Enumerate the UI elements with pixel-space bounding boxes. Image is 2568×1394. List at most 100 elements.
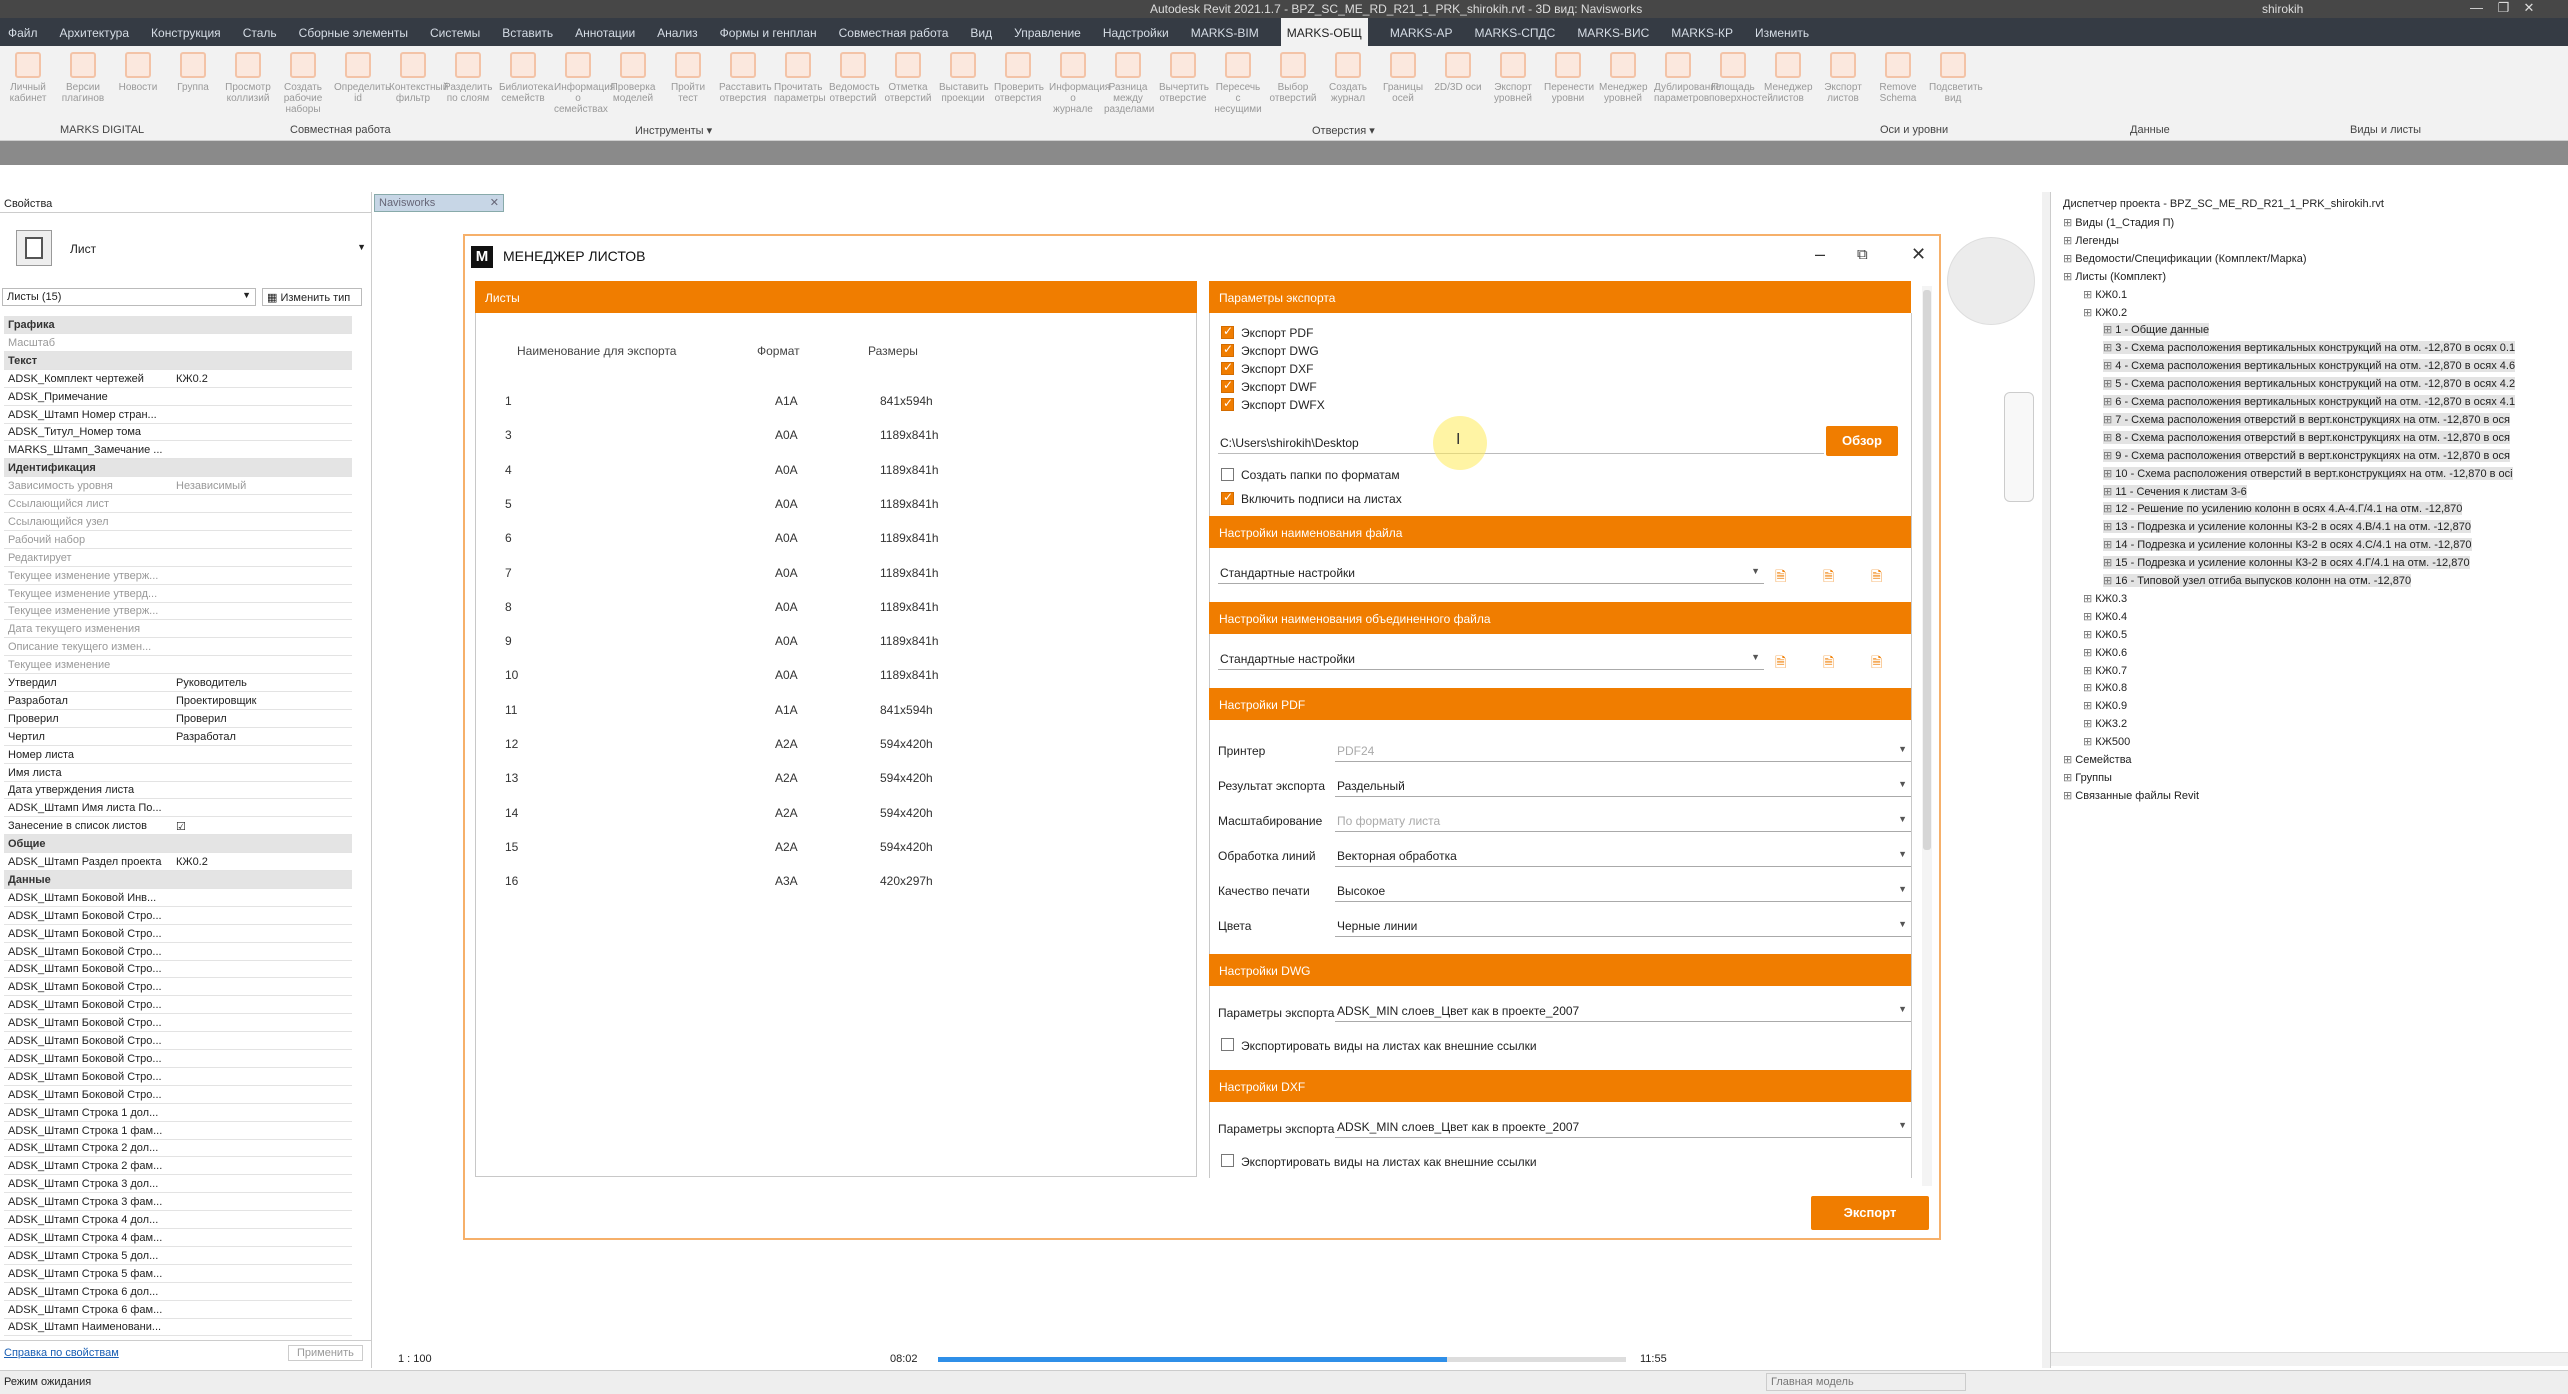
property-row[interactable]: ADSK_Штамп Строка 6 дол... [4, 1283, 352, 1301]
expand-icon[interactable]: ⊞ [2103, 468, 2115, 480]
tree-node[interactable]: ⊞ КЖ500 [2083, 735, 2130, 748]
property-row[interactable]: Текущее изменение утверд... [4, 585, 352, 603]
tree-node[interactable]: ⊞ КЖ0.2 [2083, 306, 2127, 319]
property-row[interactable]: ADSK_Штамп Строка 2 фам... [4, 1157, 352, 1176]
expand-icon[interactable]: ⊞ [2083, 718, 2095, 730]
property-row[interactable]: ADSK_Штамп Боковой Стро... [4, 943, 352, 961]
tree-node[interactable]: ⊞ КЖ0.5 [2083, 628, 2127, 641]
property-row[interactable]: ADSK_Штамп Боковой Стро... [4, 978, 352, 997]
scrollbar-thumb[interactable] [1923, 290, 1931, 850]
type-selector[interactable]: Лист ▼ [70, 242, 370, 260]
tree-node[interactable]: ⊞ 6 - Схема расположения вертикальных ко… [2103, 395, 2516, 408]
ribbon-button[interactable]: Определить id [334, 46, 390, 104]
ribbon-button[interactable]: Создать журнал [1324, 46, 1372, 104]
pdf-field-select[interactable]: Черные линии ▼ [1335, 915, 1911, 937]
expand-icon[interactable]: ⊞ [2103, 432, 2115, 444]
delete-file-icon[interactable]: 🗎 [1871, 652, 1885, 670]
property-row[interactable]: ADSK_Штамп Боковой Стро... [4, 960, 352, 979]
sheet-row[interactable]: 12 A2A 594x420h [475, 727, 1197, 761]
property-row[interactable]: Имя листа [4, 764, 352, 782]
property-row[interactable]: Ссылающийся лист [4, 495, 352, 513]
create-folders-checkbox[interactable] [1221, 468, 1234, 481]
tree-node[interactable]: ⊞ 15 - Подрезка и усиление колонны К3-2 … [2103, 556, 2470, 570]
menu-item[interactable]: Системы [430, 18, 480, 40]
sheet-row[interactable]: 7 A0A 1189x841h [475, 556, 1197, 590]
expand-icon[interactable]: ⊞ [2103, 450, 2115, 462]
expand-icon[interactable]: ⊞ [2063, 790, 2075, 802]
expand-icon[interactable]: ⊞ [2083, 736, 2095, 748]
sheet-row[interactable]: 3 A0A 1189x841h [475, 418, 1197, 452]
export-format-checkbox[interactable] [1221, 378, 1234, 393]
expand-icon[interactable]: ⊞ [2063, 754, 2075, 766]
menu-item[interactable]: Архитектура [60, 18, 130, 40]
expand-icon[interactable]: ⊞ [2103, 396, 2115, 408]
property-row[interactable]: ADSK_Штамп Строка 5 фам... [4, 1265, 352, 1283]
ribbon-button[interactable]: Новости [114, 46, 162, 93]
new-file-icon[interactable]: 🗎 [1823, 566, 1837, 584]
sheet-row[interactable]: 15 A2A 594x420h [475, 830, 1197, 864]
include-captions-checkbox[interactable] [1221, 490, 1234, 505]
ribbon-button[interactable]: 2D/3D оси [1434, 46, 1482, 93]
export-button[interactable]: Экспорт [1811, 1196, 1929, 1230]
column-header-format[interactable]: Формат [757, 344, 800, 358]
menu-item[interactable]: Анализ [657, 18, 698, 40]
menu-item[interactable]: Конструкция [151, 18, 221, 40]
dwg-external-checkbox[interactable] [1221, 1038, 1234, 1051]
tree-node[interactable]: ⊞ КЖ0.3 [2083, 592, 2127, 605]
sheet-row[interactable]: 5 A0A 1189x841h [475, 487, 1197, 521]
ribbon-button[interactable]: Контекстный фильтр [389, 46, 448, 104]
ribbon-button[interactable]: Библиотека семейств [499, 46, 553, 104]
property-row[interactable]: ADSK_Штамп Имя листа По... [4, 799, 352, 818]
view-tab[interactable]: Navisworks ✕ [374, 194, 504, 212]
sheet-row[interactable]: 1 A1A 841x594h [475, 384, 1197, 418]
tree-node[interactable]: ⊞ Группы [2063, 771, 2112, 784]
tree-node[interactable]: ⊞ КЖ0.9 [2083, 699, 2127, 712]
expand-icon[interactable]: ⊞ [2103, 342, 2115, 354]
property-row[interactable]: Разработал Проектировщик [4, 692, 352, 710]
property-row[interactable]: ADSK_Штамп Боковой Стро... [4, 1014, 352, 1033]
ribbon-button[interactable]: Пройти тест [664, 46, 712, 104]
apply-button[interactable]: Применить [288, 1345, 363, 1361]
tree-node[interactable]: ⊞ 1 - Общие данные [2103, 323, 2210, 337]
property-row[interactable]: Занесение в список листов ☑ [4, 817, 352, 836]
menu-item[interactable]: Файл [8, 18, 38, 40]
ribbon-button[interactable]: Прочитать параметры [774, 46, 826, 104]
column-header-size[interactable]: Размеры [868, 344, 918, 358]
property-row[interactable]: Зависимость уровня Независимый [4, 477, 352, 496]
viewcube[interactable] [1947, 237, 2035, 325]
edit-type-button[interactable]: ▦ Изменить тип [262, 288, 362, 306]
ribbon-button[interactable]: Проверить отверстия [994, 46, 1044, 104]
delete-file-icon[interactable]: 🗎 [1871, 566, 1885, 584]
ribbon-button[interactable]: Подсветить вид [1929, 46, 1983, 104]
export-format-checkbox[interactable] [1221, 360, 1234, 375]
ribbon-button[interactable]: Ведомость отверстий [829, 46, 880, 104]
ribbon-button[interactable]: Выбор отверстий [1269, 46, 1317, 104]
expand-icon[interactable]: ⊞ [2103, 539, 2115, 551]
tree-node[interactable]: ⊞ 7 - Схема расположения отверстий в вер… [2103, 412, 2511, 426]
pdf-field-select[interactable]: Раздельный ▼ [1335, 775, 1911, 797]
view-scale[interactable]: 1 : 100 [398, 1353, 432, 1365]
expand-icon[interactable]: ⊞ [2103, 575, 2115, 587]
minimize-icon[interactable]: – [1815, 244, 1825, 265]
sheet-row[interactable]: 10 A0A 1189x841h [475, 658, 1197, 692]
expand-icon[interactable]: ⊞ [2083, 665, 2095, 677]
ribbon-button[interactable]: Разница между разделами [1104, 46, 1154, 115]
property-row[interactable]: ADSK_Штамп Боковой Инв... [4, 889, 352, 907]
expand-icon[interactable]: ⊞ [2103, 521, 2115, 533]
expand-icon[interactable]: ⊞ [2103, 324, 2115, 336]
menu-item[interactable]: Надстройки [1103, 18, 1169, 40]
ribbon-button[interactable]: Группа [169, 46, 217, 93]
ribbon-button[interactable]: Площадь поверхностей [1709, 46, 1773, 104]
ribbon-button[interactable]: Личный кабинет [4, 46, 52, 104]
ribbon-button[interactable]: Экспорт уровней [1489, 46, 1537, 104]
menu-item[interactable]: MARKS-АР [1390, 18, 1453, 40]
tree-node[interactable]: ⊞ КЖ0.7 [2083, 664, 2127, 677]
menu-item[interactable]: MARKS-BIM [1191, 18, 1259, 40]
dxf-params-select[interactable]: ADSK_MIN слоев_Цвет как в проекте_2007 ▼ [1335, 1116, 1911, 1138]
new-file-icon[interactable]: 🗎 [1823, 652, 1837, 670]
help-link[interactable]: Справка по свойствам [4, 1347, 119, 1359]
dialog-scrollbar[interactable] [1922, 286, 1932, 1186]
tree-node[interactable]: ⊞ 12 - Решение по усилению колонн в осях… [2103, 502, 2463, 516]
property-row[interactable]: ADSK_Штамп Боковой Стро... [4, 1032, 352, 1050]
property-value[interactable]: Проверил [176, 713, 346, 725]
